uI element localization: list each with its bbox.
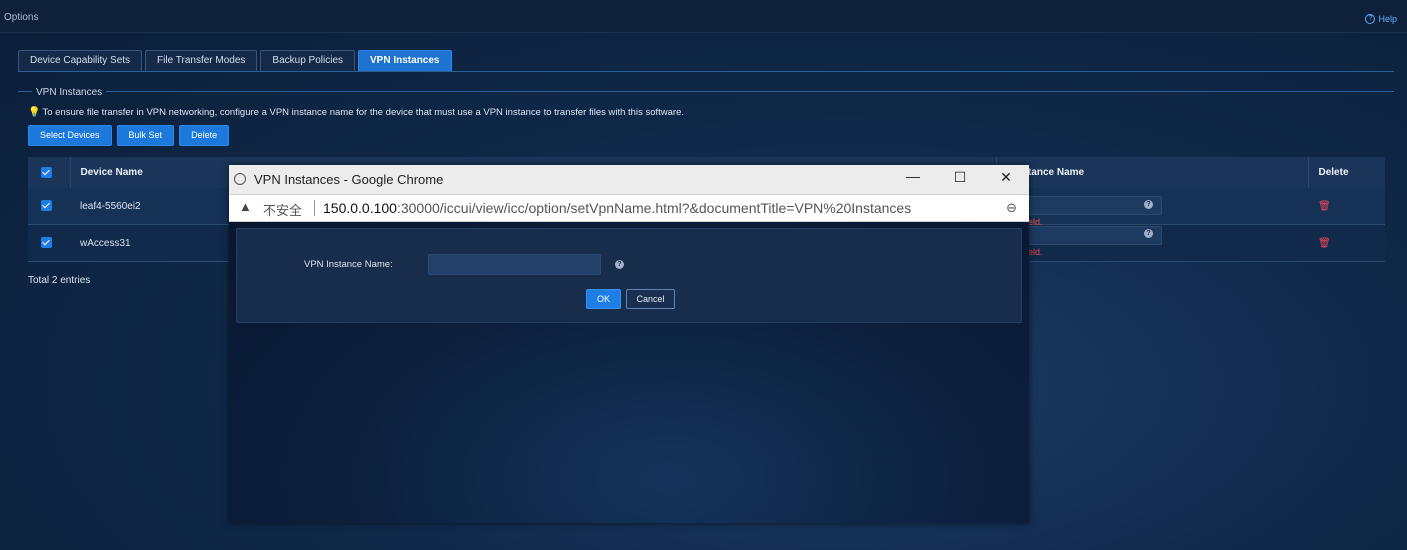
column-vpn-instance-name: N Instance Name bbox=[995, 157, 1308, 188]
tab-backup-policies[interactable]: Backup Policies bbox=[260, 50, 356, 72]
tab-device-capability-sets[interactable]: Device Capability Sets bbox=[18, 50, 143, 72]
row-checkbox[interactable] bbox=[41, 237, 52, 249]
action-bar: Select Devices Bulk Set Delete bbox=[28, 125, 230, 146]
top-bar: Options ? Help bbox=[0, 0, 1407, 33]
trash-icon[interactable]: 🗑 bbox=[1318, 238, 1331, 249]
page-title: Options bbox=[4, 12, 39, 23]
trash-icon[interactable]: 🗑 bbox=[1318, 201, 1331, 212]
delete-cell: 🗑 bbox=[1308, 224, 1385, 262]
window-title: VPN Instances - Google Chrome bbox=[254, 172, 444, 187]
vpn-name-field[interactable] bbox=[428, 254, 601, 275]
select-all-checkbox[interactable] bbox=[41, 166, 52, 178]
vpn-name-dialog: VPN Instance Name: ? OK Cancel bbox=[236, 228, 1022, 323]
delete-cell: 🗑 bbox=[1308, 188, 1385, 225]
tab-bar: Device Capability Sets File Transfer Mod… bbox=[18, 50, 452, 72]
warning-icon[interactable]: ▲ bbox=[239, 199, 252, 214]
url-host: 150.0.0.100 bbox=[323, 200, 397, 216]
select-devices-button[interactable]: Select Devices bbox=[28, 125, 112, 146]
chrome-popup-window: VPN Instances - Google Chrome — ☐ ✕ ▲ 不安… bbox=[229, 165, 1029, 523]
delete-button[interactable]: Delete bbox=[179, 125, 230, 146]
minimize-icon[interactable]: — bbox=[898, 168, 928, 184]
vpn-name-label: VPN Instance Name: bbox=[304, 259, 393, 270]
tip-label: To ensure file transfer in VPN networkin… bbox=[42, 107, 685, 118]
vpn-name-cell: ? quired field. bbox=[996, 224, 1308, 262]
help-icon[interactable]: ? bbox=[1144, 200, 1153, 209]
globe-icon bbox=[234, 173, 246, 185]
help-link[interactable]: ? Help bbox=[1365, 14, 1397, 24]
help-icon[interactable]: ? bbox=[1144, 229, 1153, 238]
zoom-icon[interactable]: ⊖ bbox=[1006, 200, 1017, 216]
tab-vpn-instances[interactable]: VPN Instances bbox=[358, 50, 452, 72]
question-icon: ? bbox=[1365, 14, 1376, 24]
section-title: VPN Instances bbox=[36, 87, 103, 98]
window-titlebar[interactable]: VPN Instances - Google Chrome — ☐ ✕ bbox=[229, 165, 1029, 195]
tab-divider bbox=[18, 71, 1394, 72]
maximize-icon[interactable]: ☐ bbox=[945, 169, 975, 186]
insecure-label: 不安全 bbox=[263, 203, 303, 218]
cancel-button[interactable]: Cancel bbox=[626, 289, 675, 309]
row-checkbox-cell bbox=[28, 188, 70, 225]
help-label: Help bbox=[1378, 14, 1397, 24]
select-all-header bbox=[28, 157, 70, 188]
row-checkbox[interactable] bbox=[41, 200, 52, 212]
address-separator bbox=[314, 200, 315, 216]
close-icon[interactable]: ✕ bbox=[991, 169, 1021, 186]
popup-content: VPN Instance Name: ? OK Cancel bbox=[229, 222, 1029, 523]
address-bar[interactable]: ▲ 不安全 150.0.0.100:30000/iccui/view/icc/o… bbox=[229, 195, 1029, 222]
url-path: :30000/iccui/view/icc/option/setVpnName.… bbox=[396, 200, 912, 216]
total-entries: Total 2 entries bbox=[28, 275, 91, 286]
ok-button[interactable]: OK bbox=[586, 289, 621, 309]
row-checkbox-cell bbox=[28, 224, 70, 262]
url-text: 150.0.0.100:30000/iccui/view/icc/option/… bbox=[323, 200, 911, 216]
column-delete: Delete bbox=[1307, 157, 1385, 188]
lightbulb-icon: 💡 bbox=[28, 107, 41, 118]
section-divider-right bbox=[106, 91, 1394, 92]
bulk-set-button[interactable]: Bulk Set bbox=[116, 125, 175, 146]
vpn-name-cell: ? quired field. bbox=[996, 188, 1308, 227]
tip-text: 💡 To ensure file transfer in VPN network… bbox=[28, 107, 684, 118]
tab-file-transfer-modes[interactable]: File Transfer Modes bbox=[145, 50, 258, 72]
section-divider-left bbox=[18, 91, 32, 92]
help-icon[interactable]: ? bbox=[615, 260, 624, 269]
